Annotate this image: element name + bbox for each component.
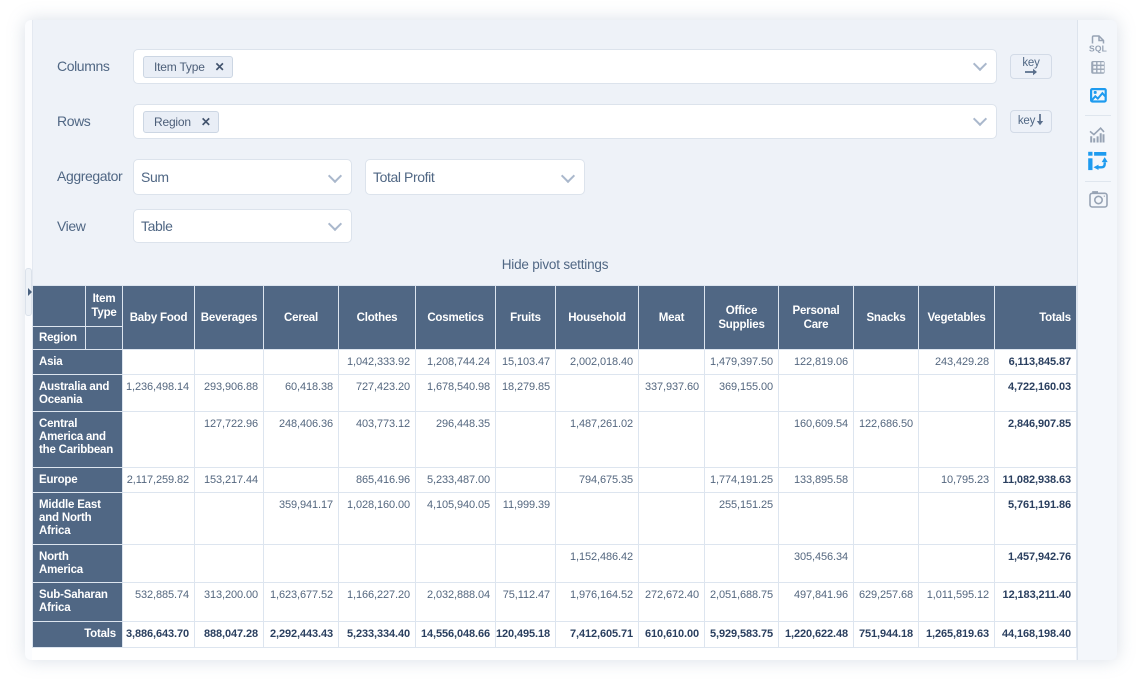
svg-text:SQL: SQL	[1089, 44, 1107, 53]
